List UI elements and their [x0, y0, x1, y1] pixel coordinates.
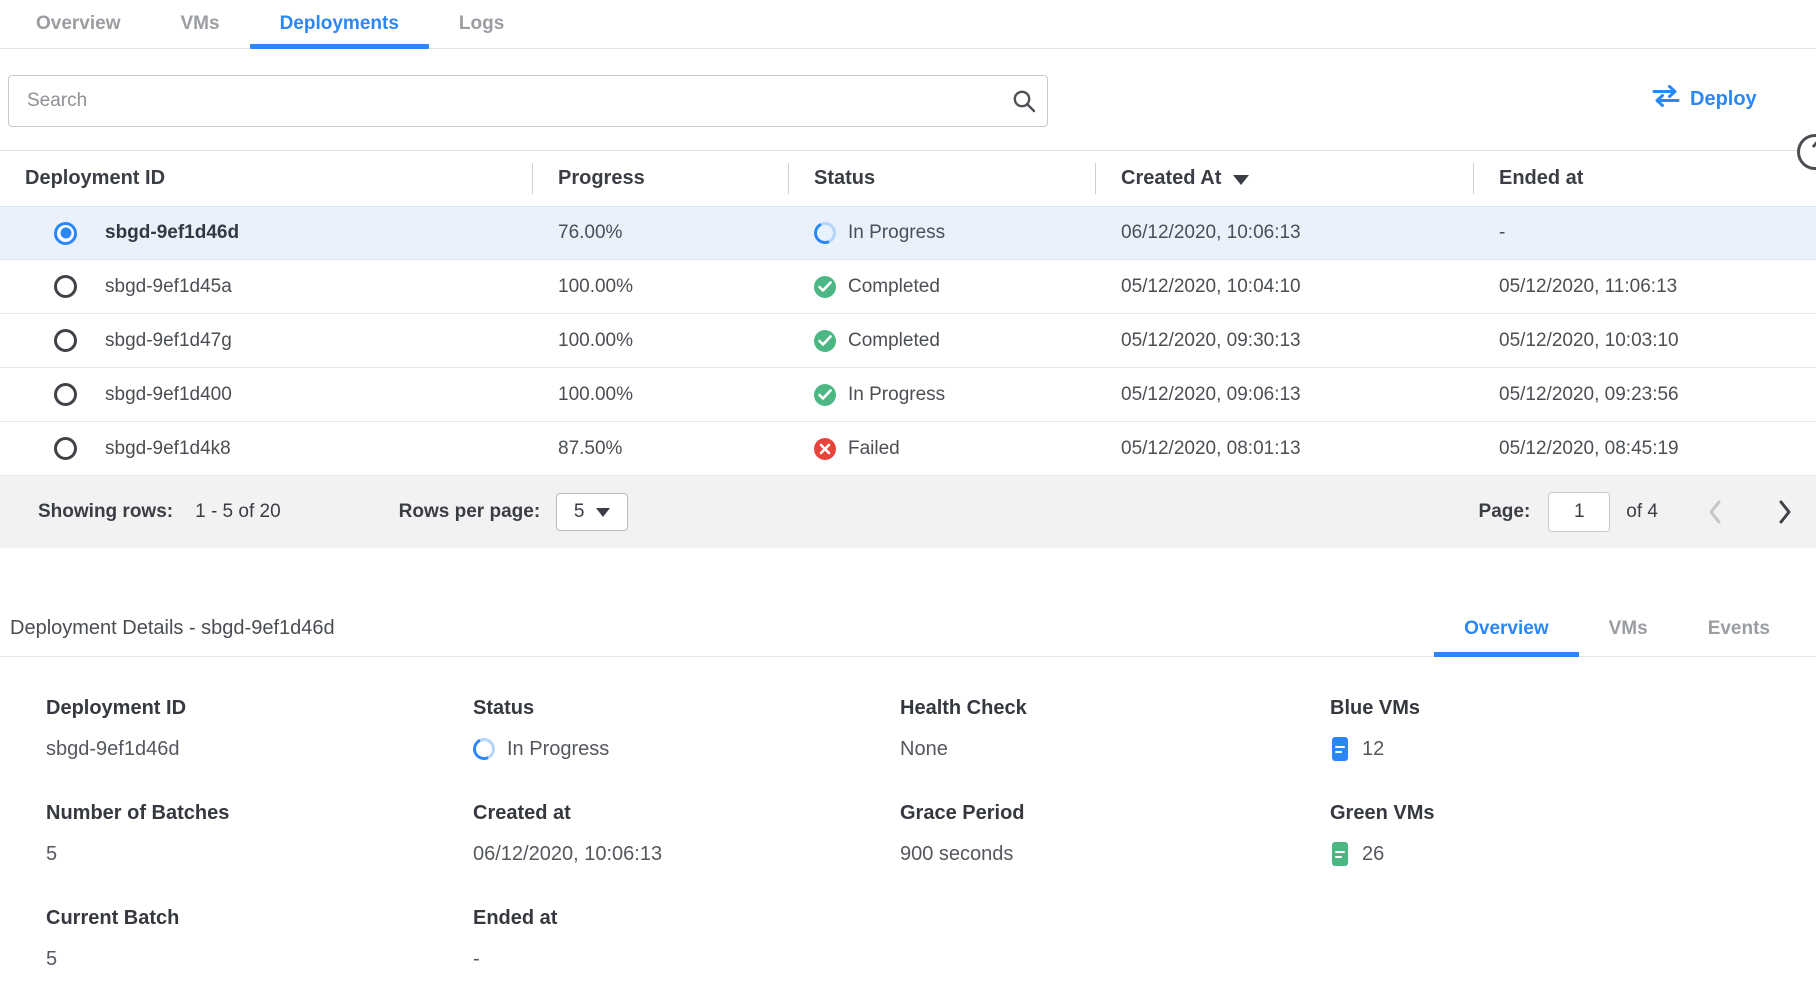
- column-header-status[interactable]: Status: [788, 151, 1095, 206]
- details-tab-events[interactable]: Events: [1678, 601, 1800, 657]
- search-box: [8, 75, 1048, 127]
- row-radio-selected[interactable]: [54, 222, 77, 245]
- page-label: Page:: [1479, 501, 1531, 523]
- completed-check-icon: [814, 276, 836, 298]
- field-ended-at: Ended at -: [473, 907, 900, 972]
- details-tab-overview[interactable]: Overview: [1434, 601, 1579, 657]
- row-radio[interactable]: [54, 275, 77, 298]
- created-at-value: 05/12/2020, 10:04:10: [1095, 276, 1473, 298]
- progress-value: 100.00%: [532, 384, 788, 406]
- table-row[interactable]: sbgd-9ef1d4k8 87.50% Failed 05/12/2020, …: [0, 422, 1816, 476]
- field-blue-vms: Blue VMs 12: [1330, 697, 1816, 762]
- ended-at-value: 05/12/2020, 10:03:10: [1473, 330, 1816, 352]
- tab-deployments[interactable]: Deployments: [250, 0, 429, 48]
- details-tabs: Overview VMs Events: [1434, 601, 1800, 657]
- status-label: In Progress: [848, 384, 945, 406]
- details-tab-vms[interactable]: VMs: [1579, 601, 1678, 657]
- page-total: of 4: [1626, 501, 1658, 523]
- deployment-id: sbgd-9ef1d46d: [105, 222, 239, 244]
- column-header-created-at[interactable]: Created At: [1095, 151, 1473, 206]
- blue-vm-icon: [1330, 736, 1350, 762]
- status-label: Completed: [848, 276, 940, 298]
- table-footer: Showing rows: 1 - 5 of 20 Rows per page:…: [0, 476, 1816, 548]
- deployment-id: sbgd-9ef1d4k8: [105, 438, 231, 460]
- field-number-of-batches: Number of Batches 5: [46, 802, 473, 867]
- swap-arrows-icon: [1652, 85, 1680, 113]
- completed-check-icon: [814, 384, 836, 406]
- progress-value: 76.00%: [532, 222, 788, 244]
- deployment-id: sbgd-9ef1d45a: [105, 276, 232, 298]
- table-row[interactable]: sbgd-9ef1d400 100.00% In Progress 05/12/…: [0, 368, 1816, 422]
- field-green-vms: Green VMs 26: [1330, 802, 1816, 867]
- details-header: Deployment Details - sbgd-9ef1d46d Overv…: [0, 601, 1816, 657]
- completed-check-icon: [814, 330, 836, 352]
- failed-x-icon: [814, 438, 836, 460]
- status-label: In Progress: [848, 222, 945, 244]
- created-at-value: 05/12/2020, 09:30:13: [1095, 330, 1473, 352]
- status-label: Failed: [848, 438, 900, 460]
- tab-overview[interactable]: Overview: [6, 0, 151, 48]
- deploy-button[interactable]: Deploy: [1652, 85, 1757, 113]
- search-input[interactable]: [9, 90, 1001, 112]
- column-header-ended-at[interactable]: Ended at: [1473, 151, 1816, 206]
- field-deployment-id: Deployment ID sbgd-9ef1d46d: [46, 697, 473, 762]
- field-grace-period: Grace Period 900 seconds: [900, 802, 1330, 867]
- column-header-deployment-id[interactable]: Deployment ID: [0, 151, 532, 206]
- details-grid: Deployment ID sbgd-9ef1d46d Status In Pr…: [0, 657, 1816, 972]
- pagination: Page: of 4: [1479, 476, 1816, 548]
- search-icon[interactable]: [1001, 88, 1047, 114]
- green-vm-icon: [1330, 841, 1350, 867]
- toolbar: Deploy: [0, 49, 1816, 150]
- ended-at-value: 05/12/2020, 11:06:13: [1473, 276, 1816, 298]
- rows-per-page-value: 5: [574, 501, 585, 523]
- row-radio[interactable]: [54, 383, 77, 406]
- rows-per-page-label: Rows per page:: [399, 501, 540, 523]
- ended-at-value: -: [1473, 222, 1816, 244]
- column-header-progress[interactable]: Progress: [532, 151, 788, 206]
- in-progress-spinner-icon: [811, 219, 839, 247]
- progress-value: 87.50%: [532, 438, 788, 460]
- page-number-input[interactable]: [1548, 492, 1610, 532]
- field-current-batch: Current Batch 5: [46, 907, 473, 972]
- table-header: Deployment ID Progress Status Created At…: [0, 150, 1816, 206]
- details-title: Deployment Details - sbgd-9ef1d46d: [10, 617, 335, 640]
- in-progress-spinner-icon: [470, 735, 498, 763]
- table-row[interactable]: sbgd-9ef1d46d 76.00% In Progress 06/12/2…: [0, 206, 1816, 260]
- ended-at-value: 05/12/2020, 09:23:56: [1473, 384, 1816, 406]
- tab-vms[interactable]: VMs: [151, 0, 250, 48]
- rows-per-page-select[interactable]: 5: [556, 493, 628, 531]
- previous-page-button[interactable]: [1706, 499, 1724, 525]
- sort-desc-icon[interactable]: [1233, 175, 1249, 185]
- row-radio[interactable]: [54, 437, 77, 460]
- deploy-button-label: Deploy: [1690, 88, 1757, 111]
- ended-at-value: 05/12/2020, 08:45:19: [1473, 438, 1816, 460]
- deployments-page: Overview VMs Deployments Logs Deploy: [0, 0, 1816, 992]
- progress-value: 100.00%: [532, 330, 788, 352]
- showing-rows-value: 1 - 5 of 20: [195, 501, 281, 523]
- created-at-value: 05/12/2020, 09:06:13: [1095, 384, 1473, 406]
- field-created-at: Created at 06/12/2020, 10:06:13: [473, 802, 900, 867]
- main-tabs: Overview VMs Deployments Logs: [0, 0, 1816, 49]
- chevron-down-icon: [596, 508, 610, 517]
- field-status: Status In Progress: [473, 697, 900, 762]
- created-at-value: 05/12/2020, 08:01:13: [1095, 438, 1473, 460]
- table-row[interactable]: sbgd-9ef1d45a 100.00% Completed 05/12/20…: [0, 260, 1816, 314]
- status-label: Completed: [848, 330, 940, 352]
- table-row[interactable]: sbgd-9ef1d47g 100.00% Completed 05/12/20…: [0, 314, 1816, 368]
- field-health-check: Health Check None: [900, 697, 1330, 762]
- row-radio[interactable]: [54, 329, 77, 352]
- tab-logs[interactable]: Logs: [429, 0, 534, 48]
- progress-value: 100.00%: [532, 276, 788, 298]
- created-at-value: 06/12/2020, 10:06:13: [1095, 222, 1473, 244]
- deployment-id: sbgd-9ef1d400: [105, 384, 232, 406]
- deployment-id: sbgd-9ef1d47g: [105, 330, 232, 352]
- next-page-button[interactable]: [1776, 499, 1794, 525]
- showing-rows-label: Showing rows:: [38, 501, 173, 523]
